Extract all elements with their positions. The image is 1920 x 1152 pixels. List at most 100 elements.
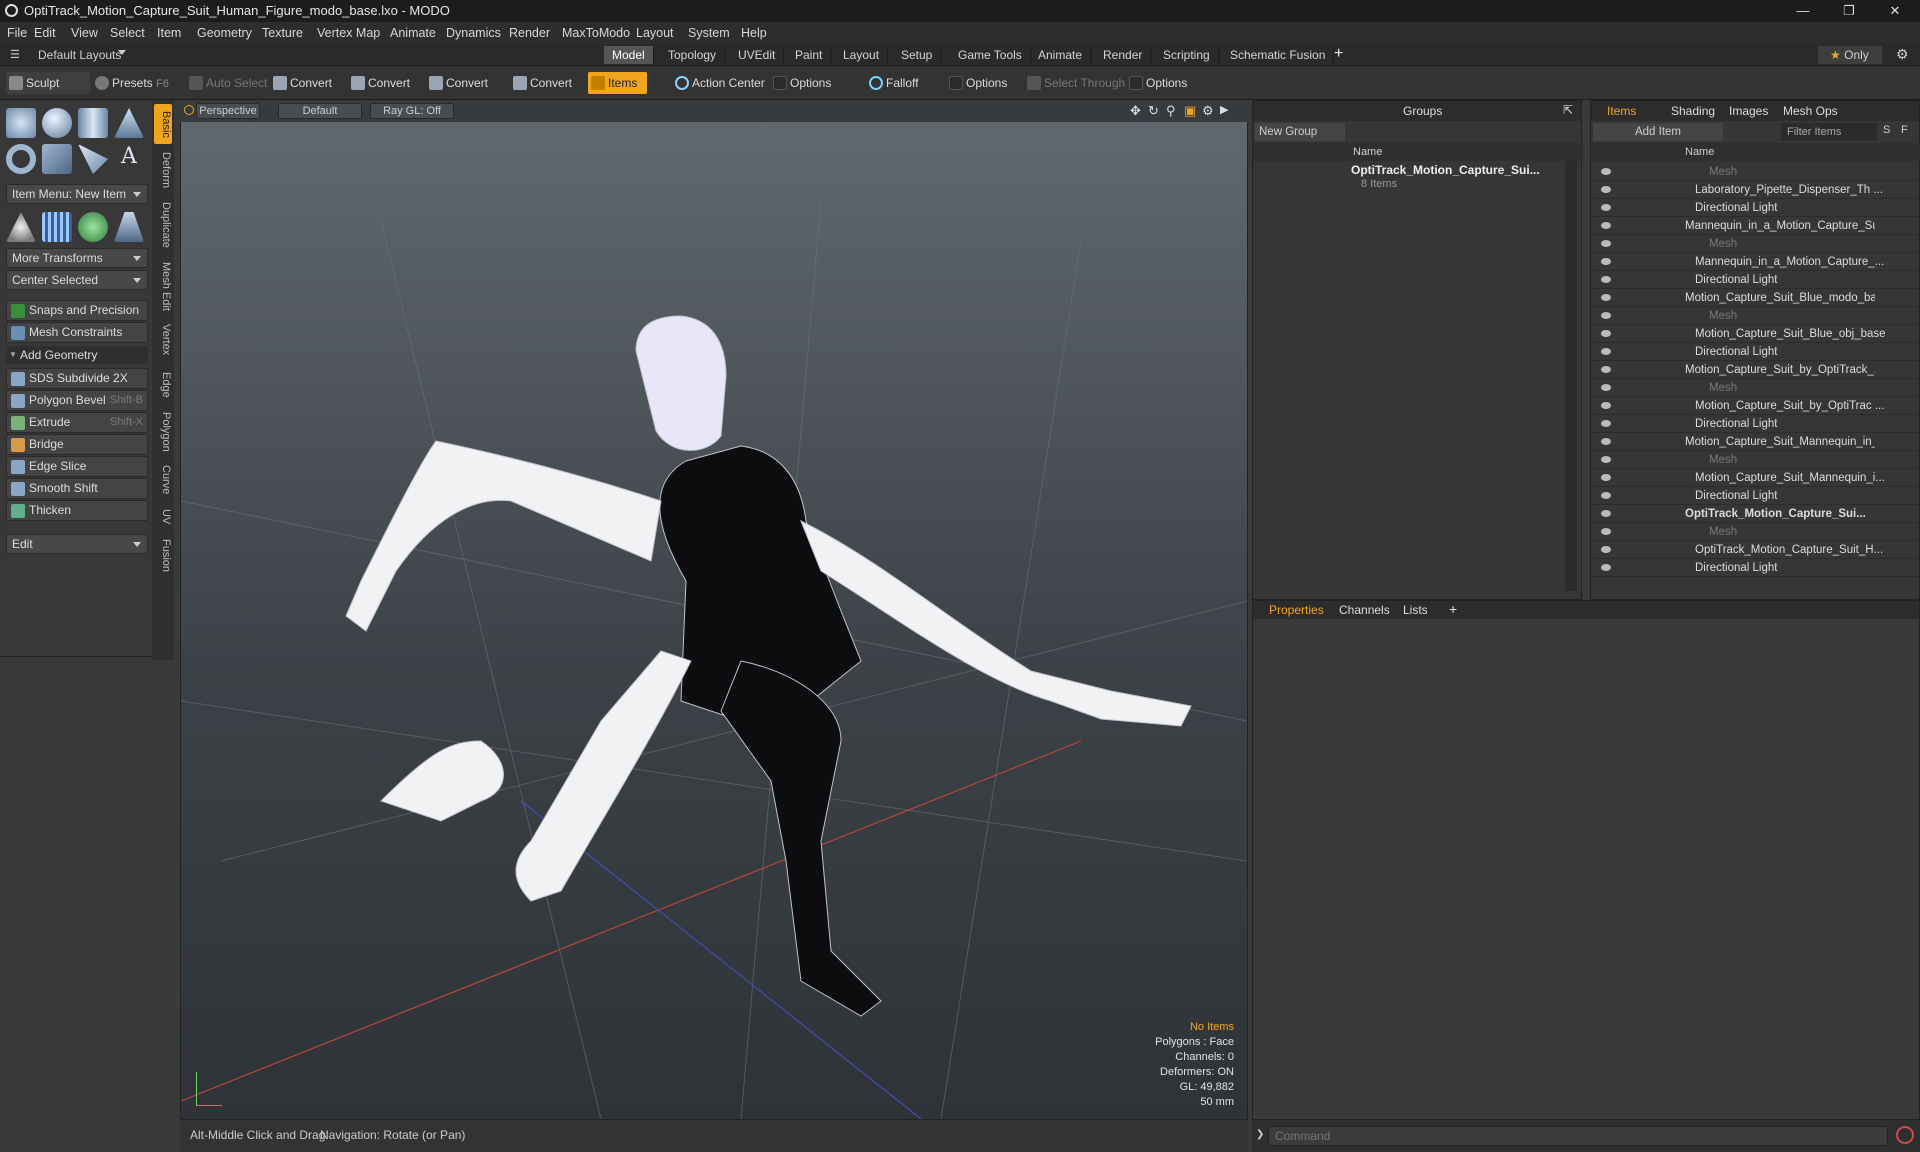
new-group-button[interactable]: New Group (1255, 123, 1345, 141)
eye-icon[interactable] (1601, 546, 1611, 553)
select-options[interactable]: Options (1126, 72, 1187, 94)
mesh-constraints-button[interactable]: Mesh Constraints (6, 322, 148, 343)
group-row[interactable]: OptiTrack_Motion_Capture_Sui... 8 Items (1333, 163, 1563, 193)
tab-items[interactable]: Items (1607, 104, 1636, 118)
smooth-shift-button[interactable]: Smooth Shift (6, 478, 148, 499)
sphere-primitive-icon[interactable] (42, 108, 72, 138)
menu-maxtomodo[interactable]: MaxToModo (562, 26, 630, 40)
viewport-gear-icon[interactable]: ⚙ (1202, 103, 1214, 119)
convert-edges-button[interactable]: Convert (348, 72, 410, 94)
text-tool-icon[interactable]: A (114, 144, 144, 174)
eye-icon[interactable] (1601, 168, 1611, 175)
tab-mesh-ops[interactable]: Mesh Ops (1783, 104, 1838, 118)
close-button[interactable]: ✕ (1872, 0, 1918, 22)
tab-paint[interactable]: Paint (787, 46, 832, 64)
scene-row[interactable]: Motion_Capture_Suit_Mannequin_in_... (1591, 433, 1920, 451)
edit-dropdown[interactable]: Edit (6, 534, 148, 554)
action-center-button[interactable]: Action Center (672, 72, 765, 94)
only-toggle[interactable]: ★ Only (1818, 46, 1882, 64)
center-selected-dropdown[interactable]: Center Selected (6, 270, 148, 290)
menu-dynamics[interactable]: Dynamics (446, 26, 501, 40)
raygl-toggle[interactable]: Ray GL: Off (370, 103, 454, 119)
menu-help[interactable]: Help (741, 26, 767, 40)
tab-mesh-edit[interactable]: Mesh Edit (154, 258, 172, 314)
scene-row[interactable]: OptiTrack_Motion_Capture_Sui... (1591, 505, 1920, 523)
perspective-view-dropdown[interactable]: Perspective (196, 103, 260, 119)
menu-vertex-map[interactable]: Vertex Map (317, 26, 380, 40)
globe-icon[interactable] (78, 212, 108, 242)
tab-vertex[interactable]: Vertex (154, 318, 172, 362)
maximize-button[interactable]: ❐ (1826, 0, 1872, 22)
menu-edit[interactable]: Edit (34, 26, 56, 40)
eye-icon[interactable] (1601, 186, 1611, 193)
tab-deform[interactable]: Deform (154, 148, 172, 192)
gear-icon[interactable]: ⚙ (1896, 46, 1909, 63)
tab-setup[interactable]: Setup (893, 46, 942, 64)
more-transforms-dropdown[interactable]: More Transforms (6, 248, 148, 268)
filter-f-toggle[interactable]: F (1901, 124, 1908, 136)
sculpt-button[interactable]: Sculpt (6, 72, 90, 94)
tab-images[interactable]: Images (1729, 104, 1768, 118)
filter-items-input[interactable]: Filter Items (1781, 123, 1877, 141)
eye-icon[interactable] (1601, 420, 1611, 427)
tab-curve[interactable]: Curve (154, 460, 172, 500)
light-row[interactable]: Directional Light (1591, 559, 1920, 577)
menu-texture[interactable]: Texture (262, 26, 303, 40)
menu-view[interactable]: View (71, 26, 98, 40)
torus-primitive-icon[interactable] (6, 144, 36, 174)
sds-subdivide-button[interactable]: SDS Subdivide 2X (6, 368, 148, 389)
uv-grid-icon[interactable] (42, 212, 72, 242)
fit-icon[interactable]: ▣ (1184, 103, 1196, 119)
default-layouts-dropdown[interactable]: Default Layouts (38, 48, 121, 62)
tab-game-tools[interactable]: Game Tools (950, 46, 1031, 64)
tab-duplicate[interactable]: Duplicate (154, 196, 172, 254)
item-row[interactable]: Mannequin_in_a_Motion_Capture_... (1591, 253, 1920, 271)
item-row[interactable]: Motion_Capture_Suit_Blue_obj_base (1591, 325, 1920, 343)
item-row[interactable]: Motion_Capture_Suit_by_OptiTrac ... (1591, 397, 1920, 415)
menu-select[interactable]: Select (110, 26, 145, 40)
shading-mode-dropdown[interactable]: Default (278, 103, 362, 119)
tab-channels[interactable]: Channels (1339, 603, 1390, 617)
convert-materials-button[interactable]: Convert (510, 72, 572, 94)
item-row[interactable]: Laboratory_Pipette_Dispenser_Th ... (1591, 181, 1920, 199)
tab-properties[interactable]: Properties (1269, 603, 1324, 617)
tab-uvedit[interactable]: UVEdit (730, 46, 785, 64)
tab-edge[interactable]: Edge (154, 366, 172, 404)
groups-scrollbar[interactable] (1565, 161, 1577, 591)
menu-render[interactable]: Render (509, 26, 550, 40)
capsule-primitive-icon[interactable] (42, 144, 72, 174)
eye-icon[interactable] (1601, 402, 1611, 409)
light-row[interactable]: Directional Light (1591, 415, 1920, 433)
menu-animate[interactable]: Animate (390, 26, 436, 40)
falloff-options[interactable]: Options (946, 72, 1007, 94)
mesh-row[interactable]: Mesh (1591, 307, 1920, 325)
tab-polygon[interactable]: Polygon (154, 408, 172, 456)
menu-item[interactable]: Item (157, 26, 181, 40)
eye-icon[interactable] (1601, 564, 1611, 571)
layout-menu-icon[interactable]: ☰ (10, 48, 20, 61)
eye-icon[interactable] (1601, 492, 1611, 499)
tab-schematic-fusion[interactable]: Schematic Fusion (1222, 46, 1335, 64)
convert-vertices-button[interactable]: Convert (270, 72, 332, 94)
cone-primitive-icon[interactable] (114, 108, 144, 138)
add-tab-icon[interactable]: + (1334, 45, 1343, 63)
eye-icon[interactable] (1601, 204, 1611, 211)
scene-row[interactable]: Motion_Capture_Suit_by_OptiTrack_... (1591, 361, 1920, 379)
tab-uv[interactable]: UV (154, 504, 172, 530)
eye-icon[interactable] (1601, 510, 1611, 517)
falloff-button[interactable]: Falloff (866, 72, 918, 94)
scale-icon[interactable] (114, 212, 144, 242)
eye-icon[interactable] (1601, 312, 1611, 319)
expand-panel-icon[interactable]: ⇱ (1563, 103, 1573, 117)
command-input[interactable] (1268, 1126, 1888, 1146)
auto-select-button[interactable]: Auto Select (186, 72, 267, 94)
eye-icon[interactable] (1601, 240, 1611, 247)
transform-icon[interactable] (6, 212, 36, 242)
tab-animate[interactable]: Animate (1030, 46, 1092, 64)
menu-file[interactable]: File (7, 26, 27, 40)
tab-topology[interactable]: Topology (660, 46, 726, 64)
mesh-row[interactable]: Mesh (1591, 163, 1920, 181)
viewport-menu-icon[interactable] (184, 105, 194, 115)
eye-icon[interactable] (1601, 330, 1611, 337)
menu-system[interactable]: System (688, 26, 730, 40)
